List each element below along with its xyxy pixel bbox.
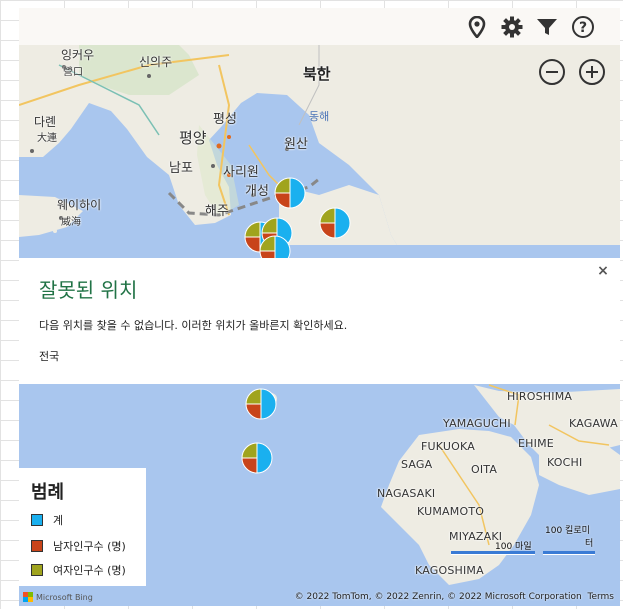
legend-swatch-female xyxy=(31,564,43,576)
copyright-text: © 2022 TomTom, © 2022 Zenrin, © 2022 Mic… xyxy=(295,592,614,602)
pie-marker[interactable] xyxy=(319,207,351,239)
map-label-saga: SAGA xyxy=(401,458,433,471)
dialog-message: 다음 위치를 찾을 수 없습니다. 이러한 위치가 올바른지 확인하세요. xyxy=(39,319,348,332)
scale-km-label: 100 킬로미 xyxy=(545,526,590,536)
svg-text:?: ? xyxy=(579,20,587,36)
bing-logo: Microsoft Bing xyxy=(23,592,93,602)
map-label-north-korea: 북한 xyxy=(303,65,331,83)
minus-icon xyxy=(546,71,558,73)
gear-icon[interactable] xyxy=(499,14,525,40)
invalid-location-dialog: 잘못된 위치 × 다음 위치를 찾을 수 없습니다. 이러한 위치가 올바른지 … xyxy=(19,258,620,384)
legend-title: 범례 xyxy=(31,482,65,503)
location-pin-icon[interactable] xyxy=(464,14,490,40)
terms-link[interactable]: Terms xyxy=(587,592,614,602)
map-label-east-sea: 동해 xyxy=(309,110,330,123)
map-toolbar: ? xyxy=(19,8,620,45)
map-label-wonsan: 원산 xyxy=(284,137,308,152)
filter-icon[interactable] xyxy=(534,14,560,40)
map-label-yingkou-sub: 營口 xyxy=(63,67,83,78)
microsoft-logo-icon xyxy=(23,592,33,602)
map-label-yamaguchi: YAMAGUCHI xyxy=(443,417,511,430)
map-label-pyongyang: 평양 xyxy=(179,129,207,147)
map-label-hiroshima: HIROSHIMA xyxy=(507,390,573,403)
legend-item-male[interactable]: 남자인구수 (명) xyxy=(31,538,126,554)
dialog-title: 잘못된 위치 xyxy=(39,278,138,302)
pie-marker[interactable] xyxy=(274,177,306,209)
invalid-location-item: 전국 xyxy=(39,350,60,363)
map-label-oita: OITA xyxy=(471,463,498,476)
legend-label: 계 xyxy=(53,514,64,527)
legend-item-total[interactable]: 계 xyxy=(31,512,63,528)
map-label-kagawa: KAGAWA xyxy=(569,417,618,430)
close-icon[interactable]: × xyxy=(596,264,610,278)
map-label-weihai: 웨이하이 xyxy=(57,198,102,212)
map-label-dalian: 다롄 xyxy=(34,115,57,129)
map-label-kochi: KOCHI xyxy=(547,456,583,469)
pie-marker[interactable] xyxy=(241,442,273,474)
copyright-label: © 2022 TomTom, © 2022 Zenrin, © 2022 Mic… xyxy=(294,592,582,602)
map-legend: 범례 계 남자인구수 (명) 여자인구수 (명) xyxy=(19,468,146,586)
map-label-kumamoto: KUMAMOTO xyxy=(417,505,485,518)
legend-swatch-male xyxy=(31,540,43,552)
pie-marker[interactable] xyxy=(245,388,277,420)
scale-miles-bar xyxy=(451,551,535,555)
map-label-kagoshima: KAGOSHIMA xyxy=(415,564,484,577)
zoom-in-button[interactable] xyxy=(579,59,605,85)
scale-km-label-2: 터 xyxy=(585,539,594,549)
map-label-nagasaki: NAGASAKI xyxy=(377,487,436,500)
map-label-nampo: 남포 xyxy=(169,161,193,176)
bing-label: Microsoft Bing xyxy=(36,592,93,602)
scale-km-bar xyxy=(543,551,595,555)
map-label-dalian-sub: 大連 xyxy=(37,133,57,144)
plus-icon xyxy=(586,66,598,78)
help-icon[interactable]: ? xyxy=(570,14,596,40)
map-visual: ? 잉커우 營口 신의주 북한 다롄 大連 평성 동해 평양 원산 남포 사리원… xyxy=(19,8,620,606)
map-label-pyongsong: 평성 xyxy=(213,112,237,127)
map-label-fukuoka: FUKUOKA xyxy=(421,440,475,453)
legend-swatch-total xyxy=(31,514,43,526)
map-label-weihai-sub: 威海 xyxy=(61,217,81,228)
map-label-yingkou: 잉커우 xyxy=(61,48,95,62)
map-label-kaesong: 개성 xyxy=(245,184,269,199)
legend-label: 남자인구수 (명) xyxy=(53,540,126,553)
map-label-sariwon: 사리원 xyxy=(223,165,259,180)
legend-item-female[interactable]: 여자인구수 (명) xyxy=(31,562,126,578)
map-label-ehime: EHIME xyxy=(518,437,554,450)
map-label-haeju: 해주 xyxy=(205,204,229,219)
legend-label: 여자인구수 (명) xyxy=(53,564,126,577)
map-label-sinuiju: 신의주 xyxy=(139,55,173,69)
zoom-out-button[interactable] xyxy=(539,59,565,85)
